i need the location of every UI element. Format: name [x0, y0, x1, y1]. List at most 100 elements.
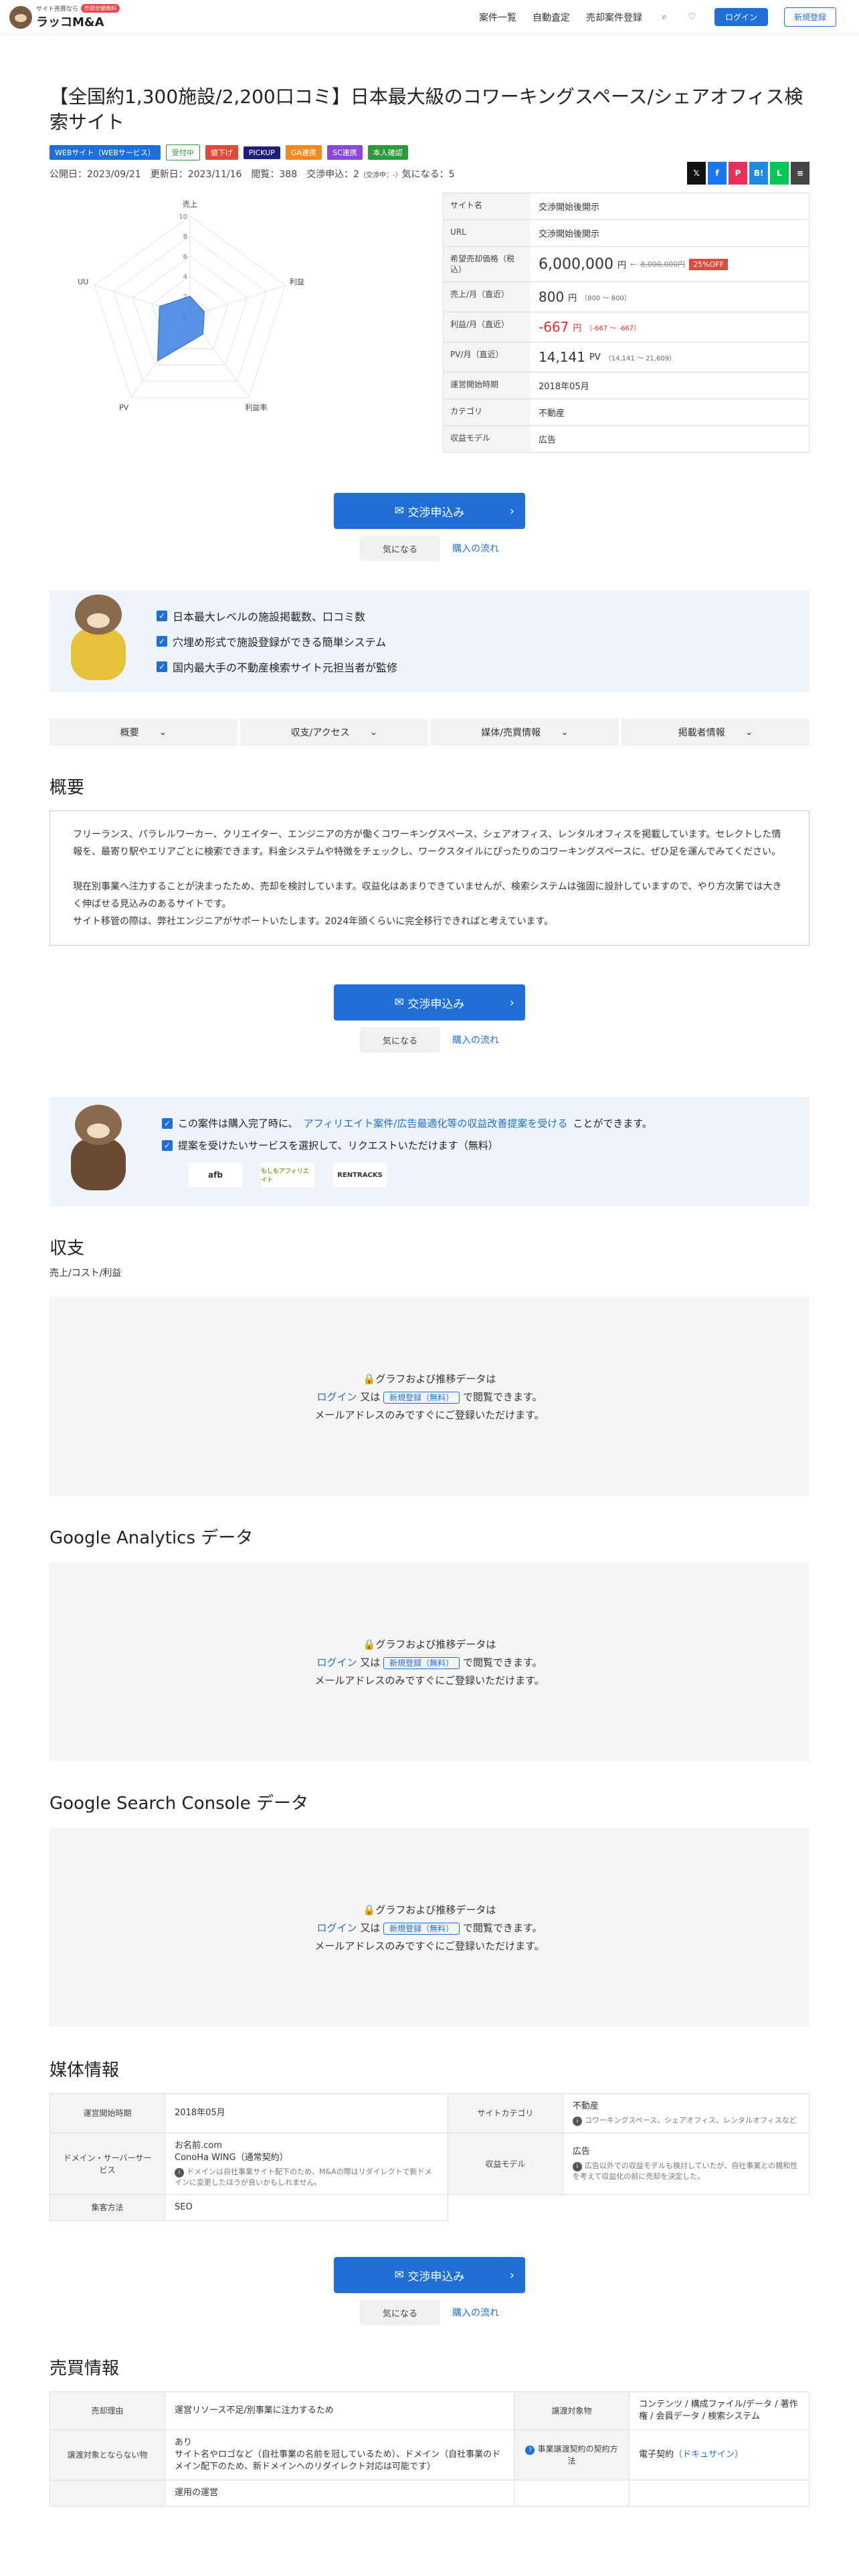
category-value: 不動産 — [539, 409, 565, 419]
logo-badge: 売却全額無料 — [81, 4, 120, 13]
favorite-button[interactable]: 気になる — [360, 1027, 440, 1053]
sc-heading: Google Search Console データ — [50, 1794, 309, 1814]
chevron-right-icon: › — [509, 2268, 514, 2282]
improvement-box: ✓ この案件は購入完了時に、 アフィリエイト案件/広告最適化等の収益改善提案を受ける… — [50, 1097, 809, 1206]
lock-register-link[interactable]: 新規登録（無料） — [383, 1391, 460, 1404]
tab-label: 概要 — [120, 728, 139, 738]
lock-icon: 🔒 — [363, 1638, 376, 1650]
profit-value: -667 — [539, 319, 569, 335]
docusign-link[interactable]: （ドキュサイン） — [674, 2450, 743, 2460]
domain-registrar: お名前.com — [175, 2141, 222, 2151]
apply-button[interactable]: ✉ 交渉申込み › — [334, 2257, 525, 2293]
section-tabs: 概要 ⌄ 収支/アクセス ⌄ 媒体/売買情報 ⌄ 掲載者情報 ⌄ — [50, 719, 809, 746]
table-key: 集客方法 — [50, 2194, 165, 2221]
favorite-icon[interactable]: ♡ — [686, 11, 698, 23]
table-key: 譲渡対象物 — [513, 2391, 630, 2430]
improve-text: この案件は購入完了時に、 — [178, 1117, 298, 1130]
table-key: サイトカテゴリ — [447, 2093, 563, 2133]
chevron-down-icon: ⌄ — [560, 727, 569, 738]
listing-tag: GA連携 — [285, 145, 322, 160]
purchase-flow-link[interactable]: 購入の流れ — [452, 1033, 499, 1047]
radar-data-area — [157, 296, 205, 362]
x-share-icon[interactable]: 𝕏 — [687, 162, 706, 185]
info-row: 売上/月（直近） 800 円 （800 〜 800） — [444, 282, 809, 312]
revenue-heading: 収支 — [50, 1239, 85, 1259]
contract-value: 電子契約 — [638, 2450, 674, 2460]
table-value: コンテンツ / 構成ファイル/データ / 著作権 / 会員データ / 検索システ… — [628, 2391, 810, 2430]
overview-p3: サイト移管の際は、弊社エンジニアがサポートいたします。2024年頭くらいに完全移… — [73, 916, 554, 927]
info-icon: i — [175, 2168, 184, 2177]
table-row: 運用の運営 — [50, 2480, 810, 2506]
nav-listings[interactable]: 案件一覧 — [479, 11, 516, 24]
favorite-button[interactable]: 気になる — [360, 2300, 440, 2325]
listing-title: 【全国約1,300施設/2,200口コミ】日本最大級のコワーキングスペース/シェ… — [50, 86, 803, 133]
lock-register-link[interactable]: 新規登録（無料） — [383, 1656, 460, 1669]
rentracks-logo[interactable]: RENTRACKS — [333, 1163, 387, 1187]
table-value: お名前.com ConoHa WING（通常契約） i ドメインは自社事業サイト配下の… — [165, 2133, 448, 2195]
lock-title-text: グラフおよび推移データは — [375, 1372, 496, 1385]
lock-login-link[interactable]: ログイン — [317, 1391, 357, 1403]
media-heading: 媒体情報 — [50, 2060, 120, 2080]
lock-title-text: グラフおよび推移データは — [375, 1903, 496, 1916]
apply-button[interactable]: ✉ 交渉申込み › — [334, 984, 525, 1021]
login-button[interactable]: ログイン — [714, 8, 768, 26]
lock-title: 🔒グラフおよび推移データは — [363, 1637, 496, 1651]
afb-logo[interactable]: afb — [189, 1163, 242, 1187]
tab-seller[interactable]: 掲載者情報 ⌄ — [622, 719, 809, 746]
feature-item: ✓ 国内最大手の不動産検索サイト元担当者が監修 — [157, 659, 397, 675]
table-value: 運営リソース不足/別事業に注力するため — [165, 2391, 514, 2430]
info-key: 希望売却価格（税込） — [444, 247, 531, 282]
site-header: サイト売買なら 売却全額無料 ラッコM&A 案件一覧 自動査定 売却案件登録 ⌕ … — [0, 0, 859, 35]
radar-axis-label: 売上 — [183, 200, 197, 209]
chevron-down-icon: ⌄ — [745, 727, 753, 738]
tab-media-sale[interactable]: 媒体/売買情報 ⌄ — [431, 719, 619, 746]
info-row: PV/月（直近） 14,141 PV （14,141 〜 21,609） — [444, 342, 809, 372]
search-icon[interactable]: ⌕ — [658, 11, 670, 23]
share-buttons: 𝕏f P B! L ≡ — [687, 162, 809, 185]
info-row: 運営開始時期 2018年05月 — [444, 372, 809, 399]
improve-text: 提案を受けたいサービスを選択して、リクエストいただけます（無料） — [178, 1140, 498, 1152]
radar-axis-label: UU — [78, 278, 88, 286]
favorite-button[interactable]: 気になる — [360, 536, 440, 561]
nav-sell-register[interactable]: 売却案件登録 — [586, 11, 642, 24]
apply-button[interactable]: ✉ 交渉申込み › — [334, 493, 525, 529]
register-button[interactable]: 新規登録 — [783, 7, 836, 27]
lock-after: で閲覧できます。 — [462, 1390, 543, 1403]
line-share-icon[interactable]: L — [770, 162, 789, 185]
listing-tag: PICKUP — [243, 146, 280, 159]
tab-overview[interactable]: 概要 ⌄ — [50, 719, 237, 746]
copy-share-icon[interactable]: ≡ — [791, 162, 809, 185]
facebook-share-icon[interactable]: f — [708, 162, 727, 185]
table-key: 収益モデル — [447, 2133, 563, 2195]
profit-unit: 円 — [573, 323, 582, 334]
chevron-down-icon: ⌄ — [159, 727, 167, 738]
purchase-flow-link[interactable]: 購入の流れ — [452, 2306, 499, 2319]
lock-register-link[interactable]: 新規登録（無料） — [383, 1922, 460, 1935]
pocket-share-icon[interactable]: P — [729, 162, 747, 185]
radar-tick-label: 4 — [183, 274, 187, 281]
lock-note: メールアドレスのみですぐにご登録いただけます。 — [314, 1408, 545, 1421]
revenue-model-value: 広告 — [539, 435, 557, 445]
tab-revenue-access[interactable]: 収支/アクセス ⌄ — [240, 719, 428, 746]
site-logo[interactable]: サイト売買なら 売却全額無料 ラッコM&A — [9, 4, 120, 30]
table-row: ドメイン・サーバーサービス お名前.com ConoHa WING（通常契約） i ド… — [50, 2133, 810, 2195]
listing-tag: 値下げ — [205, 145, 238, 160]
moshimo-logo[interactable]: もしもアフィリエイト — [261, 1163, 314, 1187]
category-text: 不動産 — [572, 2101, 599, 2111]
table-row: 譲渡対象とならない物 あり サイト名やロゴなど（自社事業の名前を冠しているため）、… — [50, 2430, 810, 2480]
lock-login-link[interactable]: ログイン — [317, 1656, 357, 1669]
lock-login-link[interactable]: ログイン — [317, 1922, 357, 1934]
feature-text: 国内最大手の不動産検索サイト元担当者が監修 — [173, 661, 398, 674]
radar-axis-label: PV — [119, 403, 129, 412]
help-icon[interactable]: ? — [525, 2446, 535, 2455]
revenue-locked: 🔒グラフおよび推移データは ログイン 又は 新規登録（無料） で閲覧できます。 … — [50, 1297, 809, 1496]
purchase-flow-link[interactable]: 購入の流れ — [452, 542, 499, 555]
price-value: 6,000,000 — [539, 255, 613, 273]
nav-valuation[interactable]: 自動査定 — [533, 11, 570, 24]
check-icon: ✓ — [157, 611, 167, 621]
radar-svg: 売上利益利益率PVUU1086420 — [78, 200, 304, 412]
improve-link[interactable]: アフィリエイト案件/広告最適化等の収益改善提案を受ける — [304, 1116, 568, 1130]
listing-tags: WEBサイト（WEBサービス） 受付中 値下げ PICKUP GA連携 SC連携 本人確認 — [50, 144, 809, 160]
lock-note: メールアドレスのみですぐにご登録いただけます。 — [314, 1939, 545, 1952]
hatena-share-icon[interactable]: B! — [749, 162, 768, 185]
